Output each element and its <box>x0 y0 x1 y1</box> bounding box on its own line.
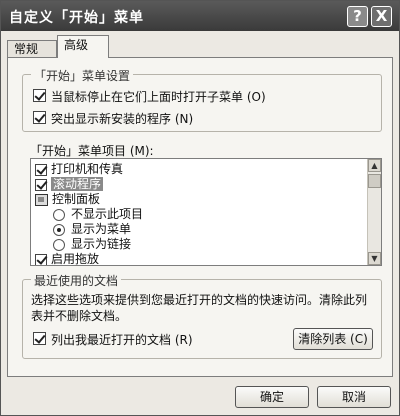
list-item-label: 显示为链接 <box>71 237 132 251</box>
list-item-label: 控制面板 <box>52 192 101 206</box>
list-item-label: 滚动程序 <box>51 177 104 191</box>
open-submenus-checkbox[interactable] <box>33 89 46 102</box>
list-item[interactable]: 不显示此项目 <box>53 207 143 222</box>
list-recent-documents-checkbox[interactable] <box>33 332 46 345</box>
list-item[interactable]: 滚动程序 <box>35 177 104 192</box>
scroll-up-arrow-icon[interactable]: ▲ <box>368 159 381 172</box>
enable-drag-drop-checkbox[interactable] <box>35 253 47 265</box>
scroll-thumb[interactable] <box>368 174 381 188</box>
recent-documents-group: 最近使用的文档 选择这些选项来提供到您最近打开的文档的快速访问。清除此列表并不删… <box>22 272 382 359</box>
list-item[interactable]: 显示为菜单 <box>53 222 131 237</box>
clear-list-button[interactable]: 清除列表 (C) <box>293 328 373 350</box>
start-menu-settings-group: 「开始」菜单设置 当鼠标停止在它们上面时打开子菜单 (O) 突出显示新安装的程序… <box>22 67 382 132</box>
list-item-label: 启用拖放 <box>51 252 100 266</box>
recent-documents-description: 选择这些选项来提供到您最近打开的文档的快速访问。清除此列表并不删除文档。 <box>31 293 368 323</box>
list-scrollbar[interactable]: ▲ ▼ <box>367 159 381 265</box>
list-item-label: 不显示此项目 <box>71 207 144 221</box>
highlight-new-programs-checkbox[interactable] <box>33 111 46 124</box>
highlight-new-programs-label[interactable]: 突出显示新安装的程序 (N) <box>51 110 193 127</box>
list-item: 控制面板 <box>35 192 100 207</box>
list-item[interactable]: 显示为链接 <box>53 237 131 252</box>
cancel-button[interactable]: 取消 <box>317 386 391 408</box>
list-item[interactable]: 启用拖放 <box>35 252 100 266</box>
recent-documents-title: 最近使用的文档 <box>31 272 122 289</box>
window-title: 自定义「开始」菜单 <box>9 10 144 26</box>
start-menu-settings-title: 「开始」菜单设置 <box>31 67 134 84</box>
close-button[interactable]: X <box>371 6 392 27</box>
tab-general[interactable]: 常规 <box>7 40 57 57</box>
list-recent-documents-label[interactable]: 列出我最近打开的文档 (R) <box>51 331 193 348</box>
list-item[interactable]: 打印机和传真 <box>35 162 123 177</box>
help-button[interactable]: ? <box>347 6 368 27</box>
scroll-programs-checkbox[interactable] <box>35 178 47 191</box>
radio-show-as-menu[interactable] <box>53 223 65 236</box>
tab-advanced[interactable]: 高级 <box>57 35 109 58</box>
advanced-tab-panel: 「开始」菜单设置 当鼠标停止在它们上面时打开子菜单 (O) 突出显示新安装的程序… <box>7 57 393 377</box>
title-bar[interactable]: 自定义「开始」菜单 ? X <box>1 1 399 31</box>
scroll-down-arrow-icon[interactable]: ▼ <box>368 252 381 265</box>
start-menu-items-label: 「开始」菜单项目 (M): <box>30 144 154 158</box>
customize-start-menu-dialog: 自定义「开始」菜单 ? X 常规 高级 「开始」菜单设置 当鼠标停止在它们上面时… <box>0 0 400 416</box>
list-item-label: 显示为菜单 <box>71 222 132 236</box>
radio-hide-item[interactable] <box>53 208 65 221</box>
list-item-label: 打印机和传真 <box>51 162 124 176</box>
start-menu-items-list[interactable]: 打印机和传真 滚动程序 控制面板 不显示此项目 显示为菜单 显示为链接 启用拖放… <box>30 158 382 266</box>
open-submenus-label[interactable]: 当鼠标停止在它们上面时打开子菜单 (O) <box>51 88 266 105</box>
printers-checkbox[interactable] <box>35 163 47 176</box>
control-panel-icon <box>35 193 48 206</box>
radio-show-as-link[interactable] <box>53 238 65 251</box>
ok-button[interactable]: 确定 <box>235 386 309 408</box>
